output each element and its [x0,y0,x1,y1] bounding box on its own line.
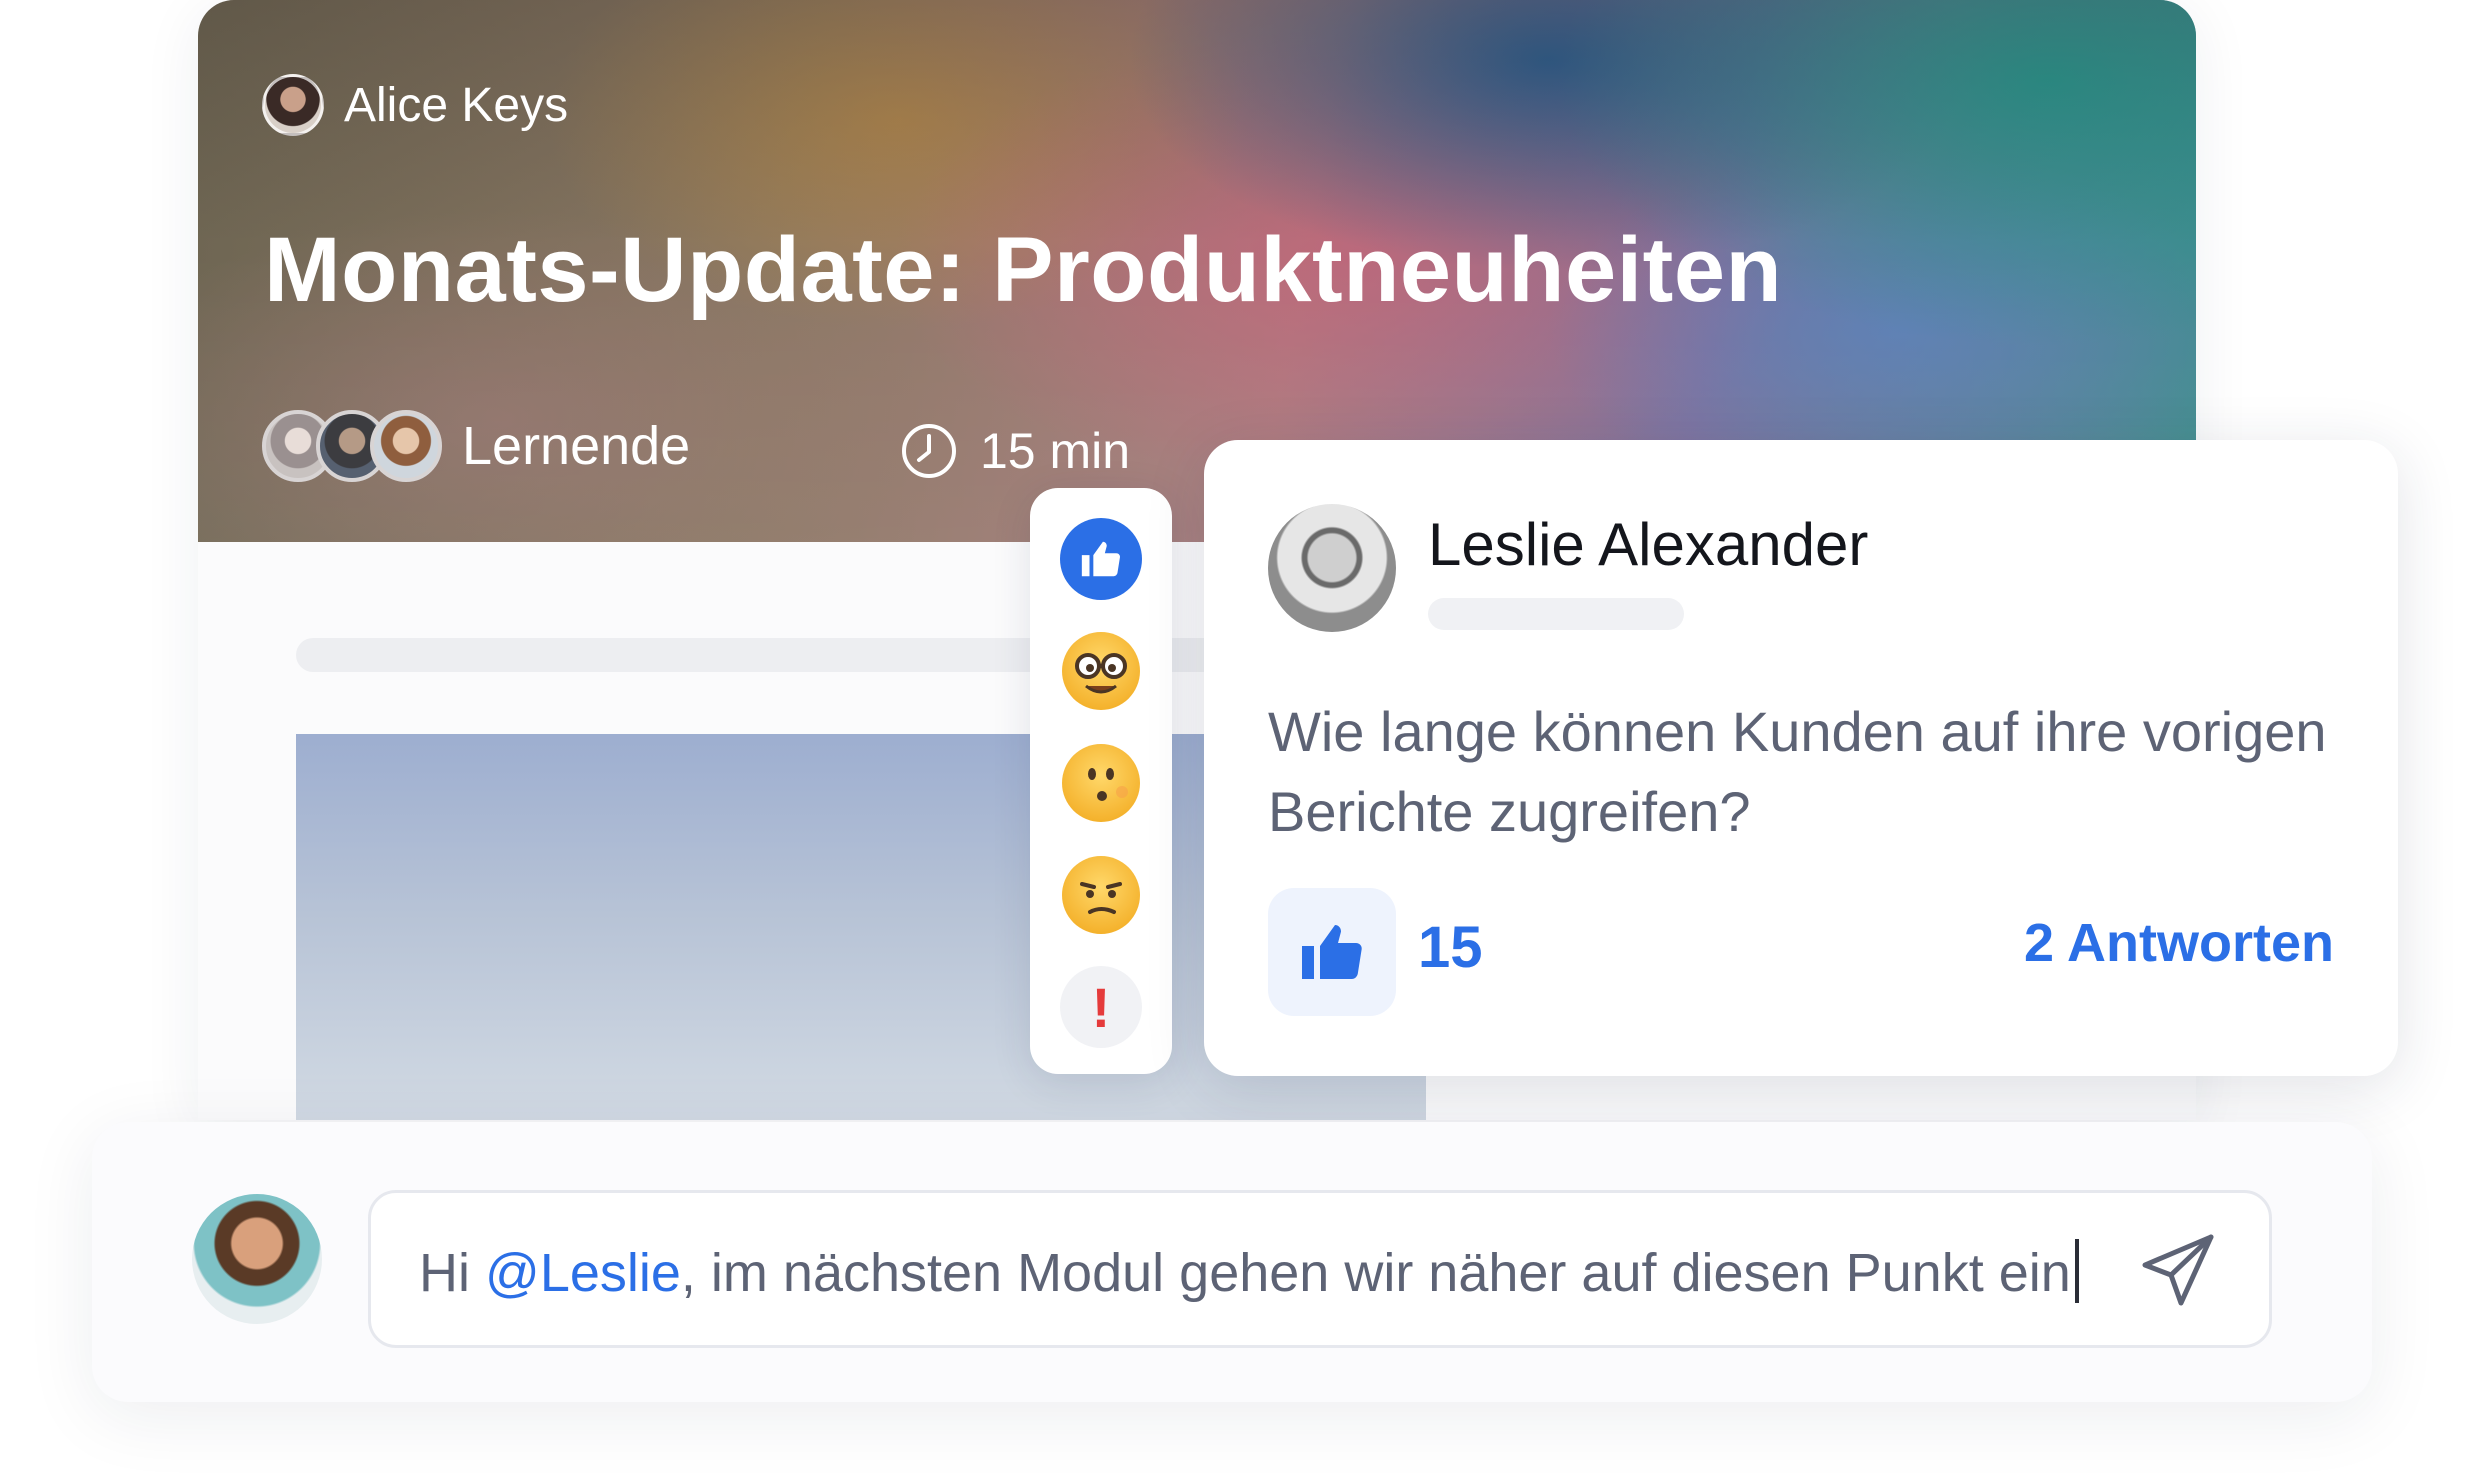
surprised-face-icon [1062,744,1140,822]
confused-face-icon [1062,856,1140,934]
nerd-face-icon [1062,632,1140,710]
author-avatar [262,74,324,136]
learners-label: Lernende [462,416,691,476]
reply-prefix: Hi [419,1243,485,1303]
reply-input[interactable]: Hi @Leslie, im nächsten Modul gehen wir … [368,1190,2272,1348]
commenter-avatar[interactable] [1268,504,1396,632]
mention-link[interactable]: @Leslie [485,1243,681,1303]
send-icon[interactable] [2137,1229,2219,1311]
comment-card: Leslie Alexander Wie lange können Kunden… [1204,440,2398,1076]
like-button[interactable] [1268,888,1396,1016]
course-title: Monats-Update: Produktneuheiten [264,219,1783,321]
surprised-face-reaction[interactable] [1060,742,1142,824]
clock-icon [902,424,956,478]
confused-face-reaction[interactable] [1060,854,1142,936]
reply-text[interactable]: Hi @Leslie, im nächsten Modul gehen wir … [419,1239,2079,1304]
exclamation-icon: ! [1091,975,1111,1039]
thumbs-up-icon [1081,541,1120,577]
duration-row: 15 min [900,416,1130,486]
exclamation-reaction[interactable]: ! [1060,966,1142,1048]
learners-row[interactable]: Lernende [262,408,690,484]
thumbs-up-reaction[interactable] [1060,518,1142,600]
replies-link[interactable]: 2 Antworten [2024,912,2334,974]
reply-bar: Hi @Leslie, im nächsten Modul gehen wir … [92,1122,2372,1402]
duration-label: 15 min [980,423,1131,479]
avatar [370,410,442,482]
reply-rest: , im nächsten Modul gehen wir näher auf … [680,1243,2071,1303]
nerd-face-reaction[interactable] [1060,630,1142,712]
thumbs-up-icon [1302,925,1362,979]
reaction-picker: ! [1030,488,1172,1074]
comment-text: Wie lange können Kunden auf ihre vorigen… [1268,700,2327,843]
commenter-meta-placeholder [1428,598,1684,630]
author-name: Alice Keys [344,78,569,132]
author-row: Alice Keys [262,72,568,138]
commenter-name[interactable]: Leslie Alexander [1428,510,1868,579]
text-cursor [2074,1239,2079,1303]
like-count: 15 [1418,915,1483,980]
avatar [192,1194,322,1324]
